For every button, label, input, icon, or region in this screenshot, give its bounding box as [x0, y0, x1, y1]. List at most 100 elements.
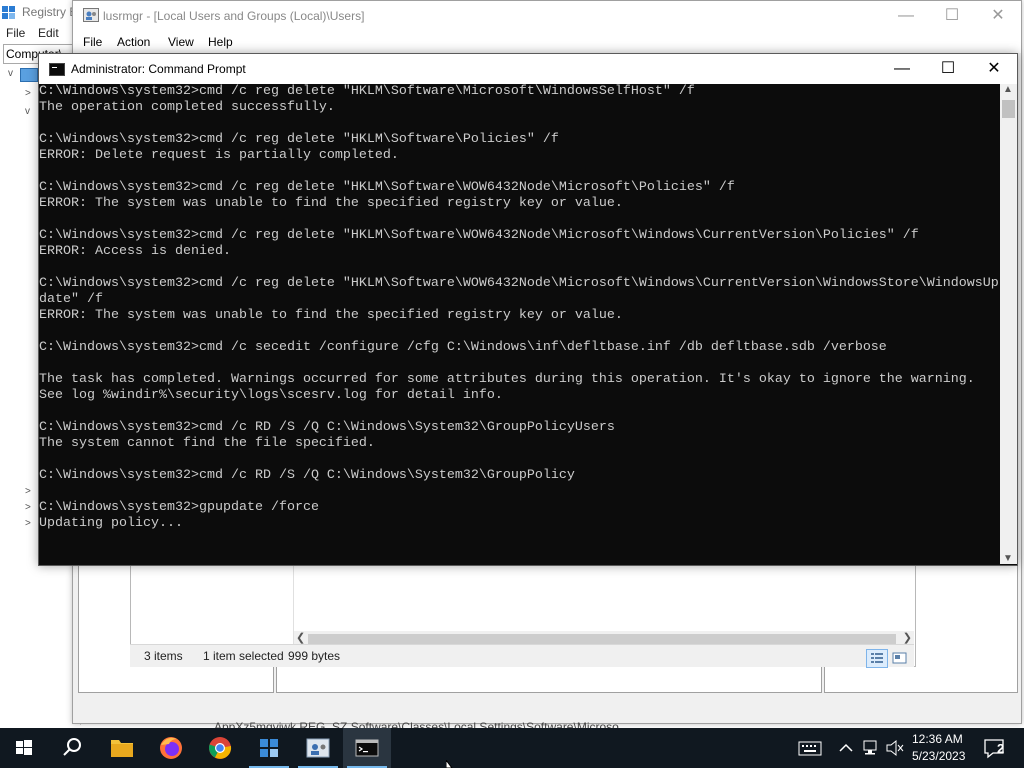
notification-count: 2: [997, 741, 1005, 756]
input-indicator-button[interactable]: [796, 728, 826, 768]
scroll-up-icon[interactable]: ▲: [1003, 84, 1013, 95]
tree-expand-arrow[interactable]: >: [25, 486, 31, 497]
lusrmgr-titlebar[interactable]: lusrmgr - [Local Users and Groups (Local…: [73, 1, 1021, 31]
console-line: ERROR: Access is denied.: [39, 244, 231, 259]
console-line: C:\Windows\system32>cmd /c secedit /conf…: [39, 340, 887, 355]
console-line: The system cannot find the file specifie…: [39, 436, 375, 451]
chevron-up-icon: [839, 743, 853, 752]
console-line: ERROR: The system was unable to find the…: [39, 308, 623, 323]
chevron-down-icon[interactable]: v: [8, 68, 13, 79]
console-line: C:\Windows\system32>cmd /c reg delete "H…: [39, 132, 559, 147]
minimize-icon[interactable]: —: [883, 1, 929, 31]
console-line: The operation completed successfully.: [39, 100, 335, 115]
lusrmgr-taskbar-button[interactable]: [294, 728, 342, 768]
menu-help[interactable]: Help: [208, 35, 233, 49]
console-line: C:\Windows\system32>gpupdate /force: [39, 500, 319, 515]
lusrmgr-title: lusrmgr - [Local Users and Groups (Local…: [103, 9, 365, 23]
maximize-icon[interactable]: ☐: [929, 1, 975, 31]
command-prompt-window[interactable]: Administrator: Command Prompt — ☐ ✕ C:\W…: [38, 53, 1018, 566]
close-icon[interactable]: ✕: [975, 1, 1021, 31]
clock-date[interactable]: 5/23/2023: [912, 749, 965, 763]
status-bar: 3 items 1 item selected 999 bytes: [130, 644, 914, 668]
console-line: C:\Windows\system32>cmd /c reg delete "H…: [39, 228, 919, 243]
registry-icon: [260, 739, 278, 757]
taskbar: 12:36 AM 5/23/2023 2: [0, 728, 1024, 768]
network-icon: [863, 740, 877, 755]
network-button[interactable]: [860, 728, 882, 768]
maximize-icon[interactable]: ☐: [925, 54, 971, 84]
menu-view[interactable]: View: [168, 35, 194, 49]
regedit-menu-edit[interactable]: Edit: [38, 26, 59, 40]
action-center-button[interactable]: 2: [976, 728, 1016, 768]
volume-muted-icon: [886, 739, 904, 757]
file-explorer-button[interactable]: [98, 728, 146, 768]
cmd-titlebar[interactable]: Administrator: Command Prompt — ☐ ✕: [39, 54, 1017, 84]
console-line: C:\Windows\system32>cmd /c reg delete "H…: [39, 276, 999, 291]
firefox-icon: [160, 737, 182, 759]
close-icon[interactable]: ✕: [971, 54, 1017, 84]
folder-icon: [111, 740, 133, 757]
command-prompt-icon: [355, 739, 379, 757]
console-line: C:\Windows\system32>cmd /c RD /S /Q C:\W…: [39, 420, 615, 435]
users-console-icon: [306, 738, 330, 758]
console-line: Updating policy...: [39, 516, 183, 531]
chrome-icon: [209, 737, 232, 759]
tree-expand-arrow[interactable]: >: [25, 502, 31, 513]
console-line: The task has completed. Warnings occurre…: [39, 372, 975, 387]
windows-logo-icon: [16, 740, 32, 755]
console-line: ERROR: Delete request is partially compl…: [39, 148, 399, 163]
scroll-down-icon[interactable]: ▼: [1003, 553, 1013, 564]
regedit-title: Registry E: [22, 5, 78, 19]
lusrmgr-menubar: File Action View Help: [73, 31, 1021, 53]
mouse-cursor-icon: [446, 760, 453, 768]
show-hidden-icons-button[interactable]: [836, 728, 856, 768]
status-size: 999 bytes: [288, 649, 341, 663]
scroll-left-icon[interactable]: ❮: [296, 631, 305, 644]
console-line: C:\Windows\system32>cmd /c RD /S /Q C:\W…: [39, 468, 575, 483]
chrome-button[interactable]: [196, 728, 244, 768]
command-prompt-icon: [49, 63, 65, 76]
details-view-icon[interactable]: [866, 649, 888, 668]
scrollbar-thumb[interactable]: [1002, 100, 1015, 118]
tree-expand-arrow[interactable]: >: [25, 88, 31, 99]
volume-button[interactable]: [884, 728, 906, 768]
start-button[interactable]: [0, 728, 48, 768]
status-selection: 1 item selected: [203, 649, 284, 663]
minimize-icon[interactable]: —: [879, 54, 925, 84]
clock-time[interactable]: 12:36 AM: [912, 732, 963, 746]
users-console-icon: [83, 8, 99, 22]
status-item-count: 3 items: [144, 649, 183, 663]
cmd-taskbar-button[interactable]: [343, 728, 391, 768]
chevron-down-icon[interactable]: v: [25, 106, 30, 117]
firefox-button[interactable]: [147, 728, 195, 768]
scroll-right-icon[interactable]: ❯: [903, 631, 912, 644]
tree-expand-arrow[interactable]: >: [25, 518, 31, 529]
console-output[interactable]: C:\Windows\system32>cmd /c reg delete "H…: [39, 84, 999, 564]
regedit-taskbar-button[interactable]: [245, 728, 293, 768]
cmd-title: Administrator: Command Prompt: [71, 62, 246, 76]
search-button[interactable]: [48, 728, 96, 768]
regedit-menubar: File Edit: [0, 24, 80, 42]
menu-action[interactable]: Action: [117, 35, 150, 49]
regedit-menu-file[interactable]: File: [6, 26, 25, 40]
search-icon: [63, 738, 81, 756]
computer-icon: [20, 68, 38, 82]
registry-icon: [2, 6, 15, 19]
console-line: ERROR: The system was unable to find the…: [39, 196, 623, 211]
console-line: C:\Windows\system32>cmd /c reg delete "H…: [39, 84, 695, 99]
console-line: See log %windir%\security\logs\scesrv.lo…: [39, 388, 503, 403]
menu-file[interactable]: File: [83, 35, 102, 49]
console-line: date" /f: [39, 292, 103, 307]
keyboard-icon: [798, 741, 822, 756]
vertical-scrollbar[interactable]: ▲ ▼: [1000, 84, 1017, 564]
notification-icon: [984, 739, 1004, 759]
large-icons-view-icon[interactable]: [889, 649, 911, 668]
